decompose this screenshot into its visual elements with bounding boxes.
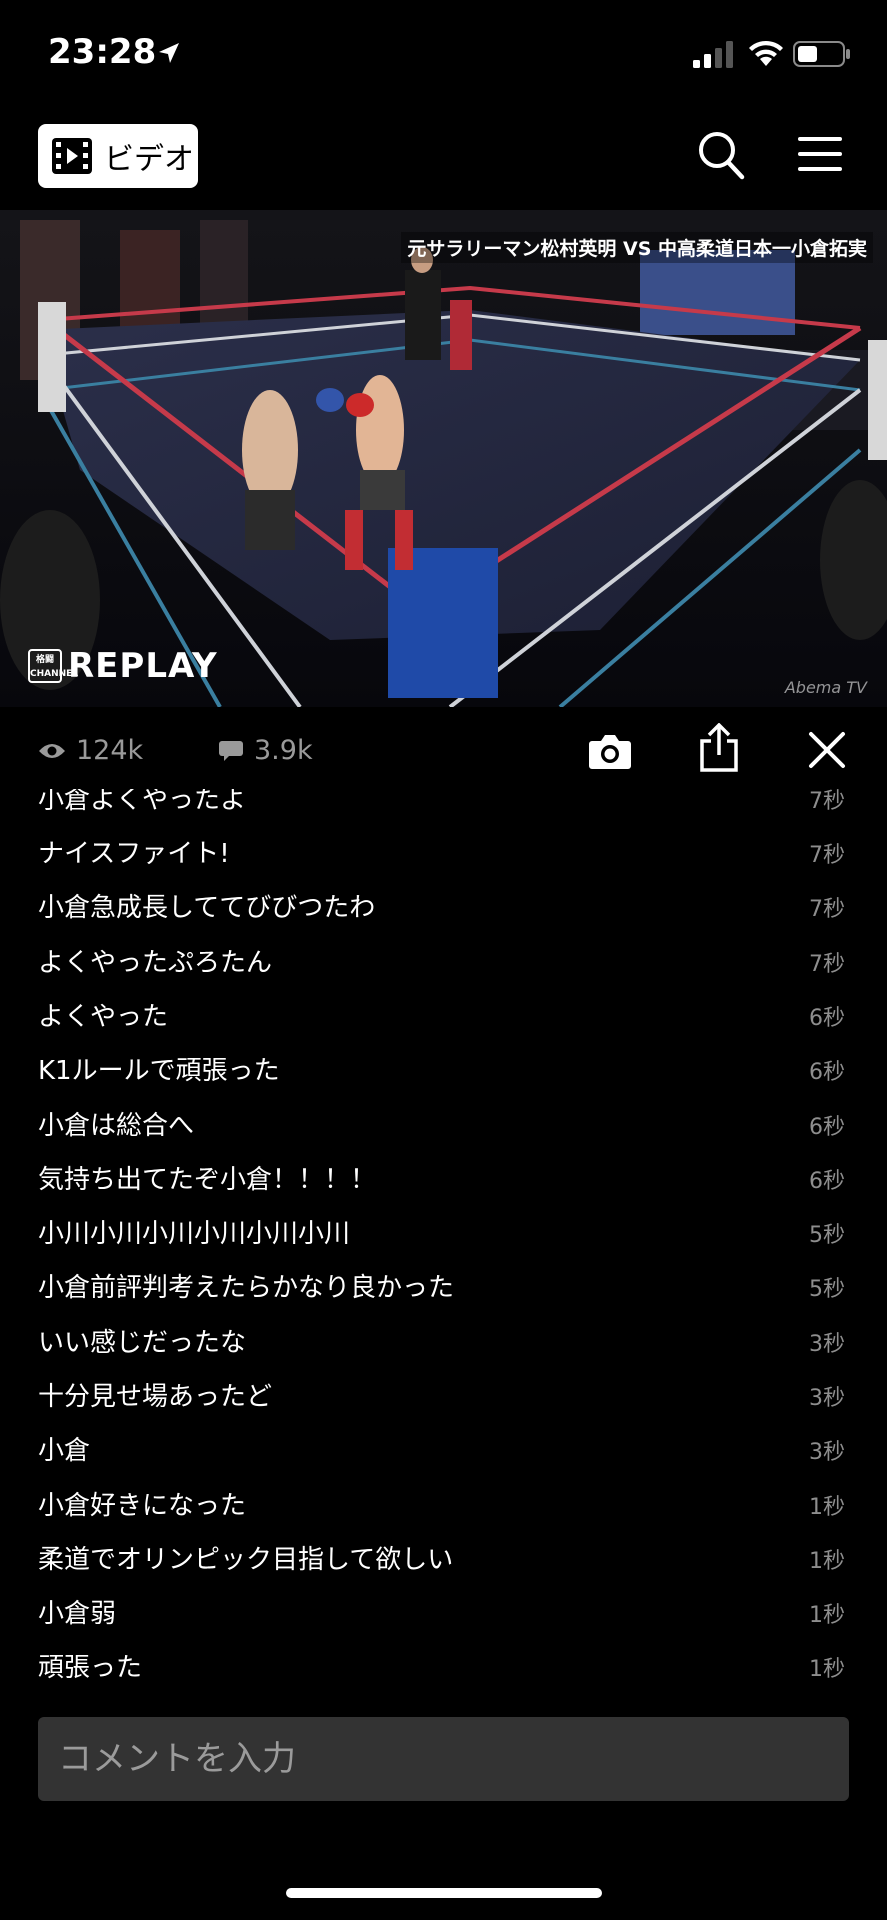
comment-time: 1秒: [809, 1549, 845, 1574]
film-icon: [52, 138, 92, 174]
video-watermark: Abema TV: [784, 678, 867, 697]
comment-row: 小倉好きになった 1秒: [0, 1477, 887, 1531]
comment-time: 6秒: [809, 1115, 845, 1140]
video-player[interactable]: 元サラリーマン松村英明 VS 中高柔道日本一小倉拓実 格闘 CHANNEL RE…: [0, 210, 887, 707]
comment-row: いい感じだったな 3秒: [0, 1314, 887, 1368]
close-icon[interactable]: [808, 731, 846, 769]
comment-time: 5秒: [809, 1277, 845, 1302]
comment-time: 6秒: [809, 1006, 845, 1031]
comment-time: 1秒: [809, 1657, 845, 1682]
comment-row: 頑張った 1秒: [0, 1639, 887, 1693]
comment-count: 3.9k: [218, 735, 313, 766]
video-tab-label: ビデオ: [104, 142, 194, 177]
channel-logo: 格闘 CHANNEL: [28, 649, 78, 683]
eye-icon: [39, 743, 65, 758]
video-tab-button[interactable]: ビデオ: [38, 124, 198, 188]
comment-text: 小川小川小川小川小川小川: [38, 1219, 351, 1249]
replay-label: REPLAY: [68, 646, 218, 686]
comment-row: よくやった 6秒: [0, 988, 887, 1042]
view-count: 124k: [38, 735, 143, 766]
comment-count-value: 3.9k: [254, 735, 313, 766]
search-icon[interactable]: [697, 130, 745, 180]
status-bar: 23:28: [0, 0, 887, 110]
status-time: 23:28: [48, 32, 157, 72]
comment-row: 小倉急成長しててびびつたわ 7秒: [0, 879, 887, 933]
comment-list[interactable]: 小倉よくやったよ 7秒 ナイスファイト! 7秒 小倉急成長しててびびつたわ 7秒 よく…: [0, 789, 887, 1699]
home-indicator[interactable]: [286, 1888, 602, 1898]
comment-time: 1秒: [809, 1603, 845, 1628]
comment-text: 柔道でオリンピック目指して欲しい: [38, 1545, 454, 1575]
comment-row: 十分見せ場あったど 3秒: [0, 1368, 887, 1422]
comment-text: よくやったぷろたん: [38, 948, 273, 978]
replay-badge: 格闘 CHANNEL REPLAY: [28, 646, 218, 686]
comment-row: K1ルールで頑張った 6秒: [0, 1042, 887, 1096]
comment-bubble-icon: [219, 740, 243, 761]
app-header: ビデオ: [0, 110, 887, 210]
wifi-icon: [749, 40, 783, 66]
comment-text: 十分見せ場あったど: [38, 1382, 273, 1412]
comment-text: 頑張った: [38, 1653, 143, 1683]
comment-text: 気持ち出てたぞ小倉！！！！: [38, 1165, 377, 1195]
comment-row: 気持ち出てたぞ小倉！！！！ 6秒: [0, 1151, 887, 1205]
comment-text: よくやった: [38, 1002, 169, 1032]
comment-row: ナイスファイト! 7秒: [0, 825, 887, 879]
comment-row: 小倉よくやったよ 7秒: [0, 789, 887, 825]
comment-input[interactable]: [38, 1717, 849, 1801]
camera-icon[interactable]: [588, 731, 632, 771]
comment-time: 1秒: [809, 1495, 845, 1520]
comment-text: 小倉よくやったよ: [38, 789, 247, 815]
comment-row: 小倉は総合へ 6秒: [0, 1097, 887, 1151]
comment-row: 小倉 3秒: [0, 1422, 887, 1476]
comment-text: 小倉弱: [38, 1599, 117, 1629]
comment-text: 小倉前評判考えたらかなり良かった: [38, 1273, 455, 1303]
view-count-value: 124k: [76, 735, 144, 766]
location-arrow-icon: [159, 43, 179, 63]
comment-row: 小川小川小川小川小川小川 5秒: [0, 1205, 887, 1259]
cellular-signal-icon: [693, 41, 733, 68]
comment-time: 3秒: [809, 1332, 845, 1357]
comment-text: 小倉急成長しててびびつたわ: [38, 893, 376, 923]
comment-row: 小倉前評判考えたらかなり良かった 5秒: [0, 1259, 887, 1313]
comment-row: 柔道でオリンピック目指して欲しい 1秒: [0, 1531, 887, 1585]
comment-time: 6秒: [809, 1060, 845, 1085]
comment-time: 3秒: [809, 1440, 845, 1465]
comment-time: 7秒: [809, 843, 845, 868]
video-caption: 元サラリーマン松村英明 VS 中高柔道日本一小倉拓実: [401, 232, 873, 263]
comment-time: 7秒: [809, 789, 845, 814]
comment-row: 小倉弱 1秒: [0, 1585, 887, 1639]
battery-icon: [793, 41, 850, 67]
comment-text: 小倉: [38, 1436, 91, 1466]
comment-time: 5秒: [809, 1223, 845, 1248]
comment-row: よくやったぷろたん 7秒: [0, 934, 887, 988]
comment-time: 6秒: [809, 1169, 845, 1194]
menu-icon[interactable]: [797, 134, 843, 174]
video-frame: [0, 210, 887, 707]
comment-time: 7秒: [809, 897, 845, 922]
comment-time: 3秒: [809, 1386, 845, 1411]
video-stats-bar: 124k 3.9k: [0, 707, 887, 797]
share-icon[interactable]: [698, 723, 740, 773]
comment-text: 小倉好きになった: [38, 1491, 247, 1521]
comment-text: ナイスファイト!: [38, 839, 230, 869]
comment-time: 7秒: [809, 952, 845, 977]
comment-text: K1ルールで頑張った: [38, 1056, 280, 1086]
comment-text: いい感じだったな: [38, 1328, 247, 1358]
comment-text: 小倉は総合へ: [38, 1111, 195, 1141]
